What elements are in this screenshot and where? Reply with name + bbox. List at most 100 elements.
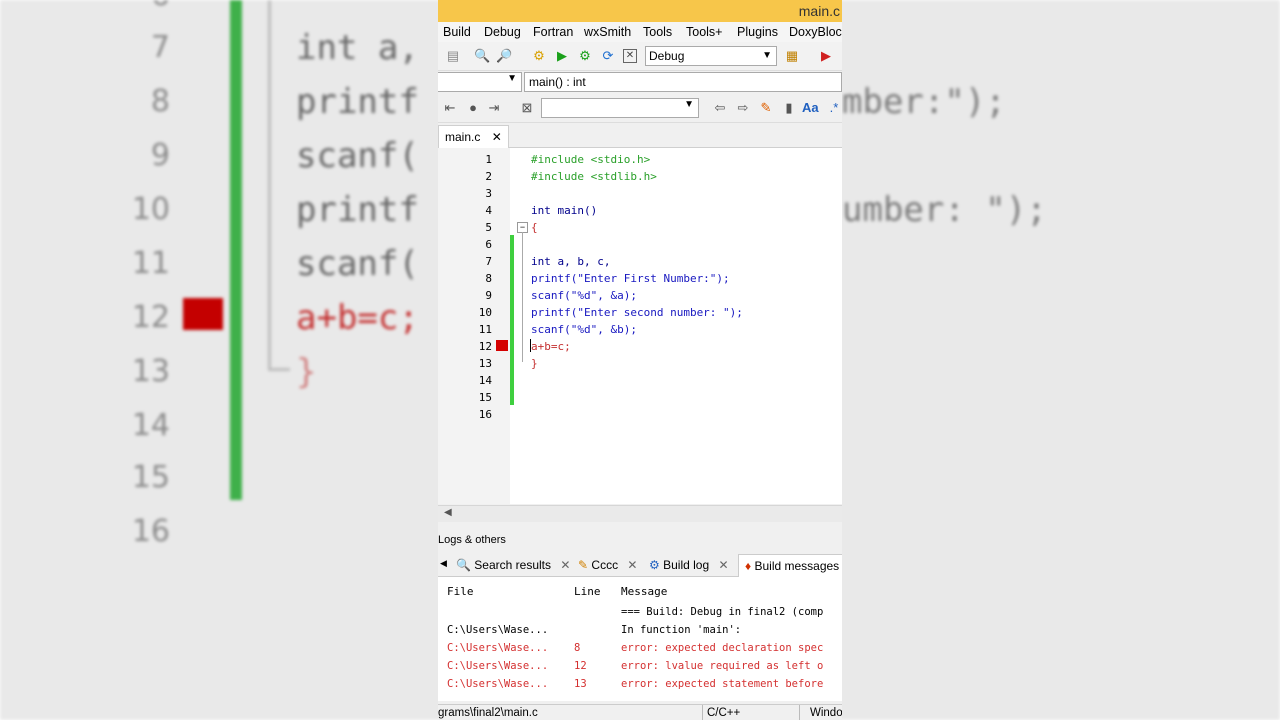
bg-line-number: 7 [150, 30, 170, 65]
paste-icon[interactable]: ▤ [445, 48, 461, 64]
tab-cccc[interactable]: ✎ Cccc ✕ [578, 554, 637, 576]
close-icon[interactable]: ✕ [627, 558, 637, 572]
message-line[interactable]: 12 [574, 660, 587, 672]
scope-select[interactable]: ▼ [438, 72, 522, 92]
code-line: #include <stdlib.h> [531, 170, 657, 183]
clear-icon[interactable]: ⊠ [519, 100, 535, 116]
change-bar [230, 0, 242, 500]
rebuild-icon[interactable]: ⟳ [600, 48, 616, 64]
code-line: scanf("%d", &a); [531, 289, 637, 302]
status-bar: grams\final2\main.c C/C++ Windo [438, 704, 842, 720]
menu-debug[interactable]: Debug [484, 25, 521, 39]
jump-forward-icon[interactable]: ⇥ [486, 100, 502, 116]
menu-wxsmith[interactable]: wxSmith [584, 25, 631, 39]
menu-tools[interactable]: Tools [643, 25, 672, 39]
column-header-message[interactable]: Message [621, 585, 667, 598]
message-text[interactable]: === Build: Debug in final2 (comp [621, 606, 823, 618]
line-number: 5 [485, 221, 492, 234]
horizontal-scrollbar[interactable]: ◀ [438, 505, 842, 522]
menu-plugins[interactable]: Plugins [737, 25, 778, 39]
build-gear-icon[interactable]: ⚙ [531, 48, 547, 64]
code-editor[interactable]: 1 2 3 4 5 6 7 8 9 10 11 12 13 14 15 16 −… [438, 148, 842, 504]
menu-build[interactable]: Build [443, 25, 471, 39]
tab-search-results[interactable]: 🔍 Search results ✕ [456, 554, 570, 576]
line-number: 11 [478, 323, 492, 336]
message-file[interactable]: C:\Users\Wase... [447, 642, 548, 654]
message-text[interactable]: error: expected statement before [621, 678, 823, 690]
close-icon[interactable]: ✕ [560, 558, 570, 572]
tab-label: Cccc [591, 558, 619, 572]
chevron-down-icon: ▼ [507, 73, 517, 84]
previous-icon[interactable]: ⇦ [712, 100, 728, 116]
edit-icon: ✎ [578, 558, 589, 572]
close-icon[interactable]: ✕ [718, 558, 728, 572]
highlight-icon[interactable]: ✎ [758, 100, 774, 116]
build-target-select[interactable]: Debug ▼ [645, 46, 777, 66]
title-bar: main.c [438, 0, 842, 22]
function-value: main() : int [529, 75, 586, 89]
menu-fortran[interactable]: Fortran [533, 25, 573, 39]
message-line[interactable]: 8 [574, 642, 580, 654]
message-text[interactable]: In function 'main': [621, 624, 741, 636]
status-language: C/C++ [702, 705, 800, 720]
bg-line-number: 13 [131, 354, 170, 389]
bg-line-number: 14 [131, 408, 170, 443]
fold-line [268, 0, 271, 370]
selection-icon[interactable]: ▮ [781, 100, 797, 116]
tab-build-messages[interactable]: ♦ Build messages [738, 554, 842, 577]
code-line: int a, b, c, [531, 255, 611, 268]
menu-doxyblocks[interactable]: DoxyBlock [789, 25, 842, 39]
message-file[interactable]: C:\Users\Wase... [447, 624, 548, 636]
tab-build-log[interactable]: ⚙ Build log ✕ [649, 554, 729, 576]
bg-line-number: 12 [131, 300, 170, 335]
window-title: main.c [798, 3, 840, 19]
build-run-icon[interactable]: ⚙ [577, 48, 593, 64]
message-file[interactable]: C:\Users\Wase... [447, 660, 548, 672]
column-header-line[interactable]: Line [574, 585, 601, 598]
search-combo[interactable]: ▼ [541, 98, 699, 118]
line-number: 4 [485, 204, 492, 217]
build-target-value: Debug [649, 49, 685, 63]
function-select[interactable]: main() : int [524, 72, 842, 92]
tab-main-c[interactable]: main.c ✕ [438, 125, 509, 148]
next-icon[interactable]: ⇨ [735, 100, 751, 116]
tab-scroll-left-icon[interactable]: ◀ [440, 558, 447, 569]
line-number: 15 [478, 391, 492, 404]
message-text[interactable]: error: lvalue required as left o [621, 660, 823, 672]
menu-tools-plus[interactable]: Tools+ [686, 25, 722, 39]
scroll-left-icon[interactable]: ◀ [444, 507, 452, 518]
close-icon[interactable]: ✕ [492, 130, 502, 144]
breakpoint-marker[interactable] [496, 340, 508, 351]
text-caret [530, 339, 531, 352]
build-toolbar: ▤ 🔍 🔎 ⚙ ▶ ⚙ ⟳ ✕ Debug ▼ ▦ ▶ [438, 42, 842, 71]
line-number: 1 [485, 153, 492, 166]
line-number: 6 [485, 238, 492, 251]
debug-run-icon[interactable]: ▶ [818, 48, 834, 64]
message-file[interactable]: C:\Users\Wase... [447, 678, 548, 690]
regex-icon[interactable]: .* [826, 100, 842, 116]
column-header-file[interactable]: File [447, 585, 474, 598]
bg-code-line: int a, [296, 28, 419, 68]
menu-bar: Build Debug Fortran wxSmith Tools Tools+… [438, 22, 842, 42]
find-icon[interactable]: 🔍 [474, 48, 490, 64]
line-number: 14 [478, 374, 492, 387]
code-completion-bar: ▼ main() : int [438, 71, 842, 93]
message-line[interactable]: 13 [574, 678, 587, 690]
bg-line-number: 15 [131, 460, 170, 495]
abort-icon[interactable]: ✕ [623, 49, 637, 63]
line-number: 8 [485, 272, 492, 285]
jump-back-icon[interactable]: ⇤ [442, 100, 458, 116]
pin-icon: ♦ [745, 559, 752, 573]
line-number: 2 [485, 170, 492, 183]
replace-icon[interactable]: 🔎 [496, 48, 512, 64]
bg-code-line: printf [296, 190, 419, 230]
message-text[interactable]: error: expected declaration spec [621, 642, 823, 654]
code-line: scanf("%d", &b); [531, 323, 637, 336]
run-icon[interactable]: ▶ [554, 48, 570, 64]
bookmark-icon[interactable]: ● [465, 100, 481, 116]
bg-breakpoint-marker [183, 298, 223, 330]
fold-line [522, 232, 523, 362]
bg-line-number: 6 [110, 0, 170, 13]
select-target-icon[interactable]: ▦ [784, 48, 800, 64]
match-case-icon[interactable]: Aa [802, 100, 819, 116]
